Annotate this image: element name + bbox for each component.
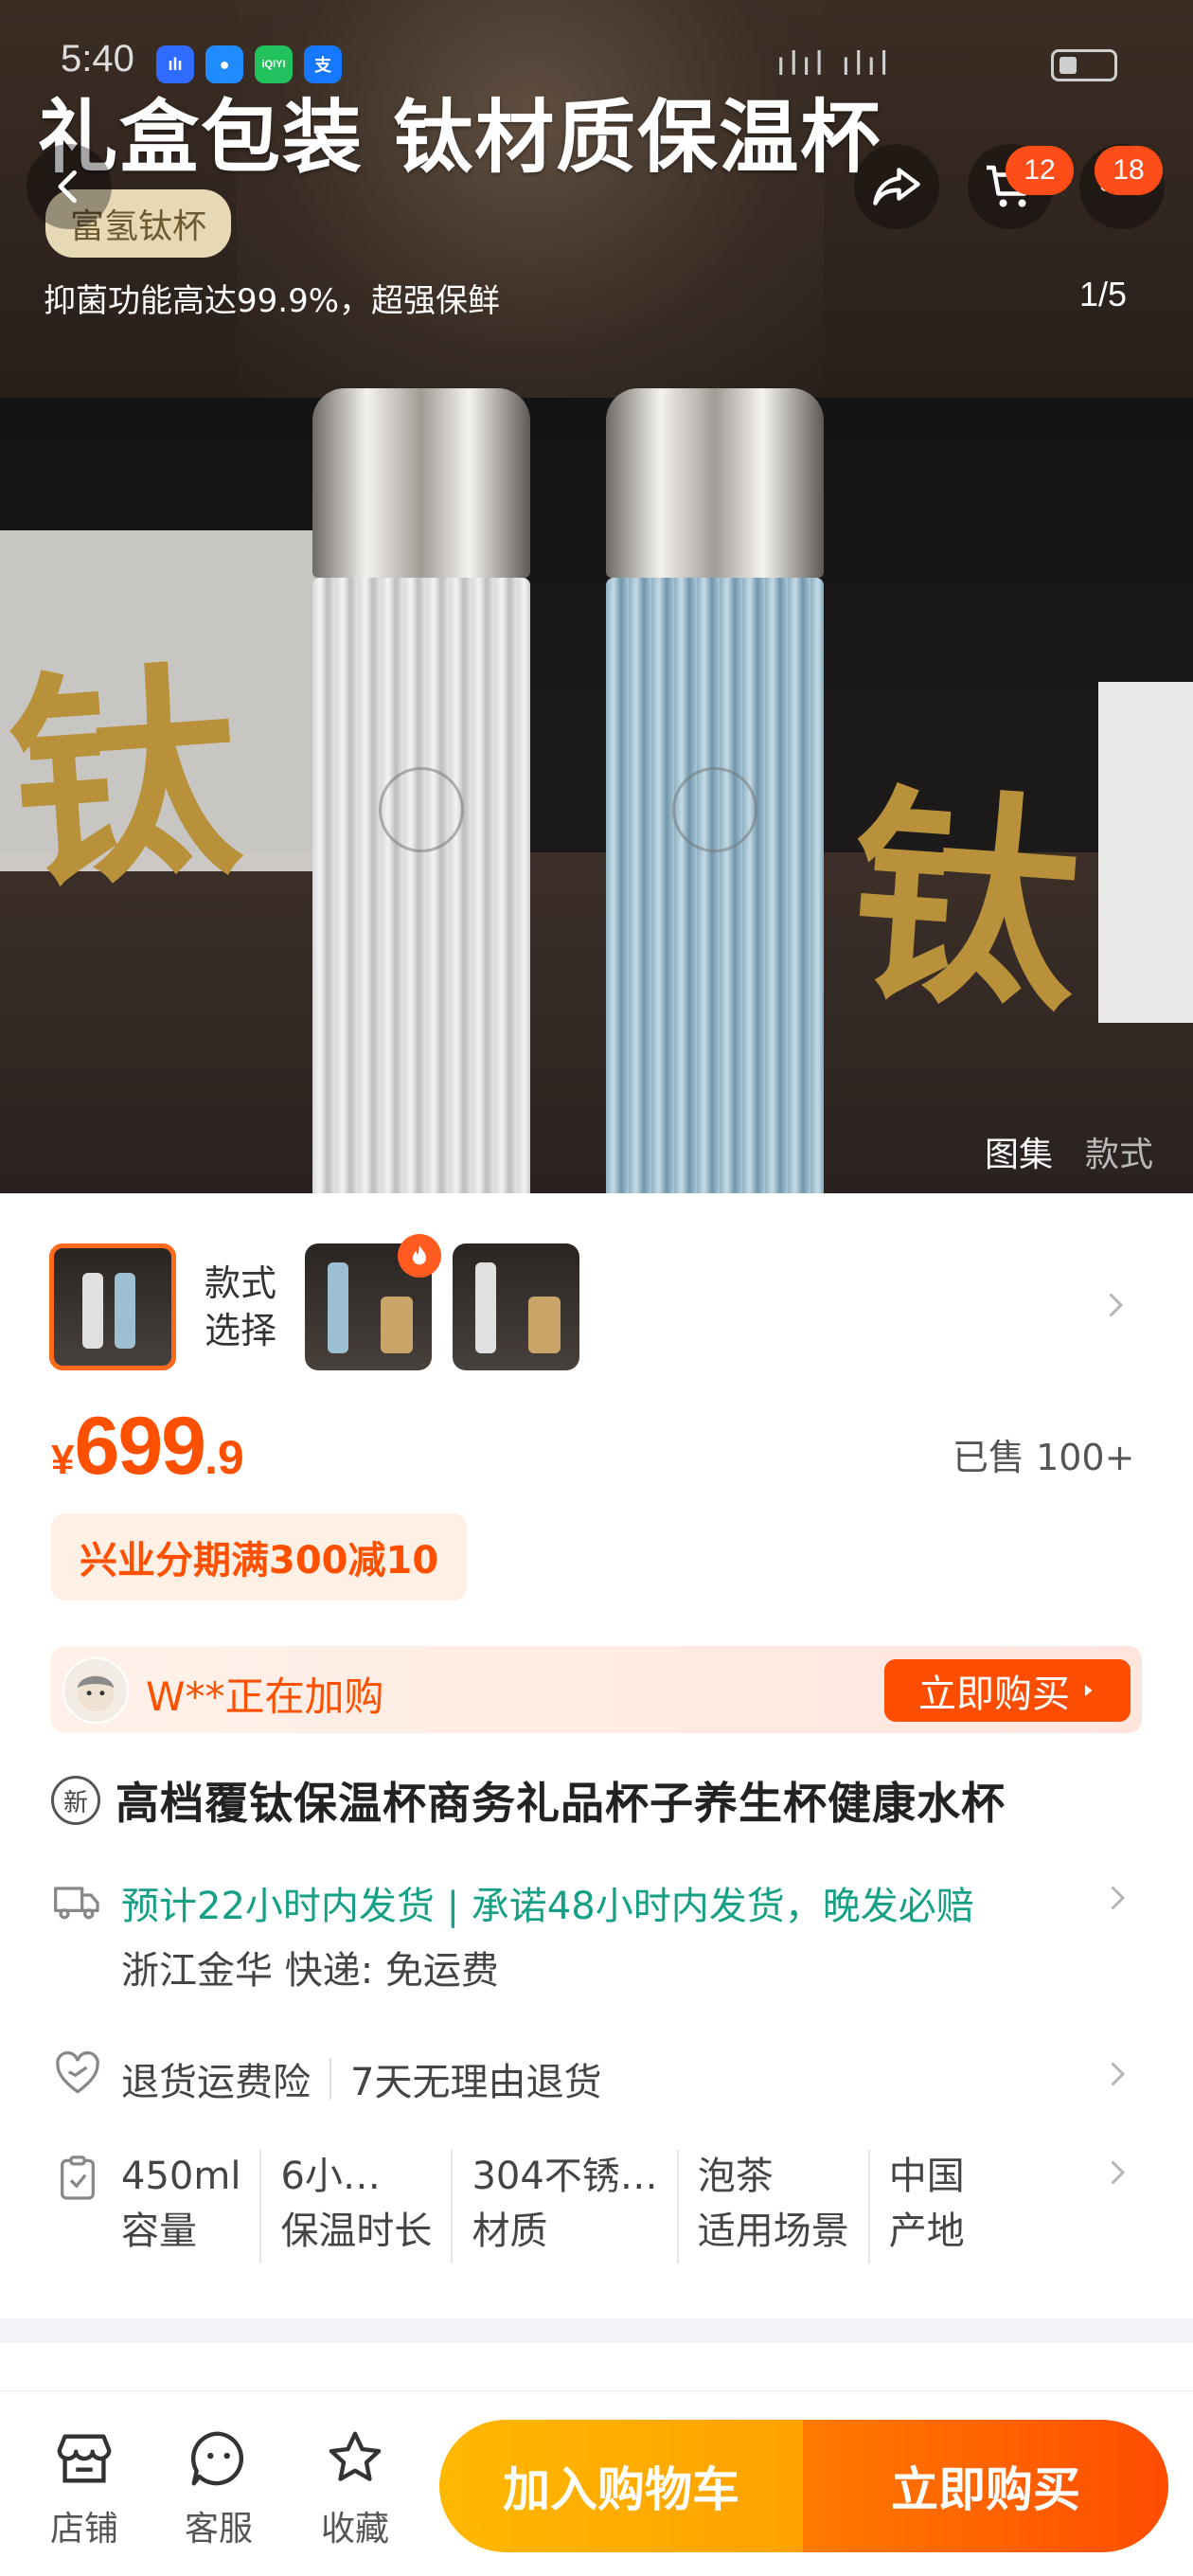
truck-icon [51, 1875, 104, 1928]
price-decimal: .9 [204, 1431, 244, 1484]
style-select-label: 款式 选择 [205, 1260, 276, 1354]
chevron-left-icon [58, 170, 77, 204]
spec-key: 产地 [888, 2209, 965, 2253]
style-label-line2: 选择 [205, 1310, 277, 1351]
hero-title: 礼盒包装 钛材质保温杯 [38, 91, 882, 184]
caret-right-icon [1085, 1685, 1093, 1696]
share-button[interactable] [854, 144, 939, 229]
customer-service-button[interactable]: 客服 [167, 2425, 271, 2550]
live-buying-bar: W**正在加购 立即购买 [51, 1646, 1142, 1733]
sold-count: 已售 100+ [953, 1437, 1135, 1478]
cart-count-badge: 12 [1006, 146, 1074, 195]
price: ¥699.9 [51, 1400, 244, 1494]
style-thumb-1[interactable] [49, 1243, 176, 1370]
spec-material: 304不锈… 材质 [472, 2150, 679, 2263]
avatar [62, 1657, 129, 1724]
style-selector[interactable]: 款式 选择 [49, 1241, 1148, 1373]
spec-key: 材质 [472, 2209, 548, 2253]
product-image-gallery[interactable]: 钛 钛 5:40 ılı ● iQIYI 支 ılıl ılıl 礼盒包装 钛材… [0, 0, 1193, 1193]
spec-insulation: 6小… 保温时长 [280, 2150, 454, 2263]
titanium-glyph-left: 钛 [1, 637, 247, 921]
store-label: 店铺 [49, 2510, 118, 2549]
share-icon [873, 168, 920, 206]
spec-key: 容量 [121, 2209, 197, 2253]
spec-key: 保温时长 [280, 2209, 433, 2253]
hero-subtitle: 抑菌功能高达99.9%，超强保鲜 [44, 282, 501, 320]
section-divider [0, 2318, 1193, 2343]
spec-capacity: 450ml 容量 [121, 2150, 262, 2263]
heart-shield-icon [51, 2048, 104, 2101]
tab-gallery[interactable]: 图集 [985, 1127, 1053, 1176]
quick-buy-button[interactable]: 立即购买 [884, 1659, 1131, 1722]
style-label-line1: 款式 [205, 1262, 277, 1304]
return-shipping-insurance: 退货运费险 [121, 2061, 311, 2104]
gallery-tabs: 图集 款式 [985, 1127, 1153, 1176]
spec-scenario: 泡茶 适用场景 [698, 2150, 870, 2263]
seven-day-return: 7天无理由退货 [350, 2061, 602, 2104]
tab-styles[interactable]: 款式 [1085, 1127, 1153, 1176]
store-icon [57, 2434, 112, 2483]
product-specs[interactable]: 450ml 容量 6小… 保温时长 304不锈… 材质 泡茶 适用场景 中国 产… [121, 2150, 1077, 2263]
quick-buy-label: 立即购买 [918, 1673, 1070, 1716]
price-integer: 699 [74, 1401, 205, 1492]
favorite-label: 收藏 [320, 2510, 389, 2549]
specs-chevron-icon[interactable] [1100, 2156, 1134, 2193]
styles-chevron-icon[interactable] [1098, 1288, 1132, 1326]
spec-value: 304不锈… [472, 2155, 658, 2198]
spec-value: 6小… [280, 2155, 381, 2198]
clipboard-check-icon [51, 2152, 104, 2205]
new-badge: 新 [51, 1776, 100, 1825]
titanium-glyph-right: 钛 [842, 760, 1088, 1044]
shipping-chevron-icon[interactable] [1100, 1881, 1134, 1919]
battery-icon [1051, 49, 1117, 81]
add-to-cart-button[interactable]: 加入购物车 [439, 2420, 803, 2552]
bottom-action-bar: 店铺 客服 收藏 加入购物车 立即购买 [0, 2390, 1193, 2576]
installment-promo[interactable]: 兴业分期满300减10 [51, 1513, 468, 1601]
spec-key: 适用场景 [697, 2209, 849, 2253]
image-counter: 1/5 [1079, 275, 1128, 313]
spec-value: 450ml [121, 2155, 241, 2198]
gift-box-right [1098, 682, 1193, 1023]
shipping-origin: 浙江金华 快递: 免运费 [121, 1949, 499, 1993]
back-button[interactable] [27, 144, 112, 229]
buy-now-button[interactable]: 立即购买 [803, 2420, 1168, 2552]
shipping-promise: 预计22小时内发货 | 承诺48小时内发货，晚发必赔 [121, 1885, 974, 1928]
divider [329, 2058, 331, 2100]
favorite-button[interactable]: 收藏 [303, 2425, 407, 2550]
store-button[interactable]: 店铺 [32, 2425, 136, 2550]
spec-value: 中国 [888, 2155, 965, 2198]
customer-service-label: 客服 [184, 2510, 253, 2549]
product-title: 高档覆钛保温杯商务礼品杯子养生杯健康水杯 [116, 1778, 1006, 1829]
star-icon [329, 2431, 382, 2481]
service-guarantees[interactable]: 退货运费险 7天无理由退货 [121, 2051, 601, 2106]
price-currency: ¥ [51, 1437, 75, 1483]
message-count-badge: 18 [1095, 146, 1163, 195]
chat-face-icon [191, 2431, 244, 2486]
buying-notice: W**正在加购 [146, 1673, 384, 1720]
hot-fire-icon [398, 1234, 441, 1278]
style-thumb-3[interactable] [453, 1243, 580, 1370]
service-chevron-icon[interactable] [1100, 2057, 1134, 2095]
spec-origin: 中国 产地 [889, 2150, 984, 2263]
spec-value: 泡茶 [697, 2155, 774, 2198]
product-title-row: 新 高档覆钛保温杯商务礼品杯子养生杯健康水杯 [51, 1769, 1006, 1832]
